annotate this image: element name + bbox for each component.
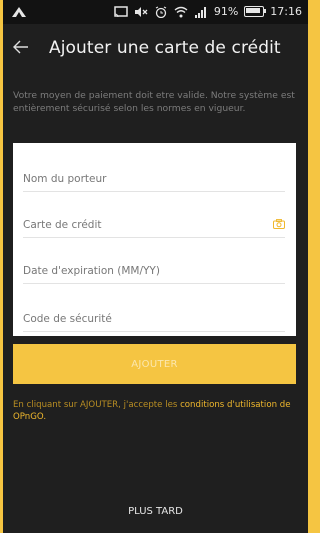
page-title: Ajouter une carte de crédit [49,38,281,58]
card-number-field[interactable]: Carte de crédit [23,213,285,238]
security-code-placeholder: Code de sécurité [23,313,112,325]
signal-icon [194,6,208,18]
expiry-date-placeholder: Date d'expiration (MM/YY) [23,265,160,277]
alarm-icon [154,5,168,18]
camera-icon[interactable] [273,219,285,229]
status-bar: 91% 17:16 [3,0,308,24]
battery-percent: 91% [213,5,239,18]
credit-card-form: Nom du porteur Carte de crédit Date d'ex… [13,143,296,336]
security-code-field[interactable]: Code de sécurité [23,307,285,332]
mute-icon [134,6,148,18]
security-info-text: Votre moyen de paiement doit etre valide… [13,90,295,114]
clock: 17:16 [270,5,302,18]
card-number-placeholder: Carte de crédit [23,219,102,231]
back-arrow-icon[interactable] [13,38,33,59]
skip-later-button[interactable]: PLUS TARD [3,506,308,517]
app-notification-icon [11,4,27,23]
cast-icon [114,5,128,18]
cardholder-name-placeholder: Nom du porteur [23,173,107,185]
terms-prefix: En cliquant sur AJOUTER, j'accepte les [13,400,181,410]
app-header: Ajouter une carte de crédit [3,24,308,72]
wifi-icon [174,6,188,18]
add-card-button-label: AJOUTER [131,358,178,370]
battery-icon [244,6,267,17]
cardholder-name-field[interactable]: Nom du porteur [23,167,285,192]
terms-text: En cliquant sur AJOUTER, j'accepte les c… [13,400,301,423]
skip-later-label: PLUS TARD [128,506,183,517]
expiry-date-field[interactable]: Date d'expiration (MM/YY) [23,259,285,284]
add-card-button[interactable]: AJOUTER [13,344,296,384]
app-screen: 91% 17:16 Ajouter une carte de crédit Vo… [3,0,308,533]
